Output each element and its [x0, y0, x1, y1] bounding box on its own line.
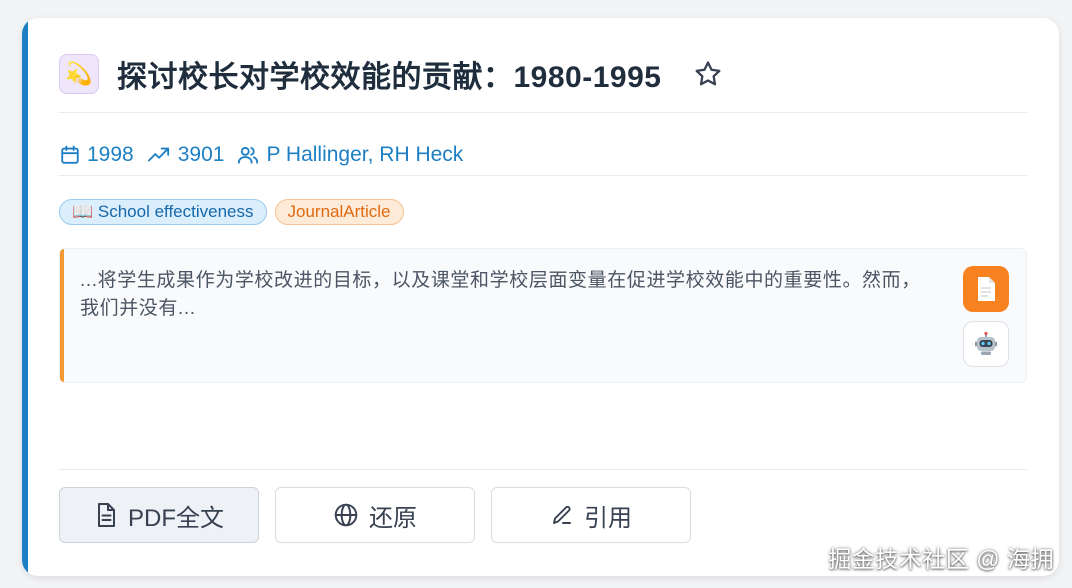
topic-tag[interactable]: 📖 School effectiveness [59, 199, 267, 225]
pdf-fulltext-button[interactable]: PDF全文 [59, 487, 259, 543]
author-link[interactable]: P Hallinger [266, 143, 367, 166]
year-value: 1998 [87, 143, 134, 166]
users-icon [238, 146, 259, 164]
abstract-box: ...将学生成果作为学校改进的目标，以及课堂和学校层面变量在促进学校效能中的重要… [59, 248, 1027, 383]
abstract-accent-bar [60, 249, 64, 382]
pdf-fulltext-label: PDF全文 [128, 504, 224, 532]
title-row: 💫 探讨校长对学校效能的贡献：1980-1995 [59, 54, 1029, 94]
citations-meta: 3901 [146, 143, 225, 167]
trending-up-icon [147, 147, 169, 162]
pdf-preview-button[interactable] [963, 266, 1009, 312]
pencil-icon [553, 506, 571, 524]
document-icon [978, 277, 995, 301]
favorite-button[interactable] [691, 57, 725, 91]
author-separator: , [367, 143, 380, 166]
meta-row: 1998 3901 P Hallinger, RH Heck [59, 140, 463, 170]
paper-card: 💫 探讨校长对学校效能的贡献：1980-1995 1998 3901 P Hal… [22, 18, 1059, 576]
paper-title: 探讨校长对学校效能的贡献：1980-1995 [117, 61, 662, 94]
ai-assistant-button[interactable] [963, 321, 1009, 367]
author-link[interactable]: RH Heck [379, 143, 463, 166]
card-accent-bar [22, 18, 28, 576]
paper-emoji-icon: 💫 [59, 54, 99, 94]
abstract-text: ...将学生成果作为学校改进的目标，以及课堂和学校层面变量在促进学校效能中的重要… [80, 270, 921, 319]
actions-row: PDF全文 还原 引用 [59, 487, 707, 543]
calendar-icon [61, 145, 79, 164]
year-meta: 1998 [59, 143, 134, 167]
watermark: 掘金技术社区 @ 海拥 [828, 546, 1054, 572]
restore-label: 还原 [369, 504, 417, 532]
type-tag[interactable]: JournalArticle [274, 199, 404, 225]
tags-row: 📖 School effectiveness JournalArticle [59, 197, 404, 227]
title-divider [59, 112, 1027, 113]
authors-list: P Hallinger, RH Heck [266, 143, 463, 167]
globe-icon [334, 503, 358, 527]
actions-divider [59, 469, 1027, 470]
file-text-icon [98, 503, 115, 527]
citations-value: 3901 [177, 143, 225, 166]
authors-meta: P Hallinger, RH Heck [236, 143, 463, 167]
star-outline-icon [695, 61, 721, 86]
robot-icon [975, 331, 997, 355]
cite-label: 引用 [584, 504, 632, 532]
meta-divider [59, 175, 1027, 176]
cite-button[interactable]: 引用 [491, 487, 691, 543]
restore-button[interactable]: 还原 [275, 487, 475, 543]
